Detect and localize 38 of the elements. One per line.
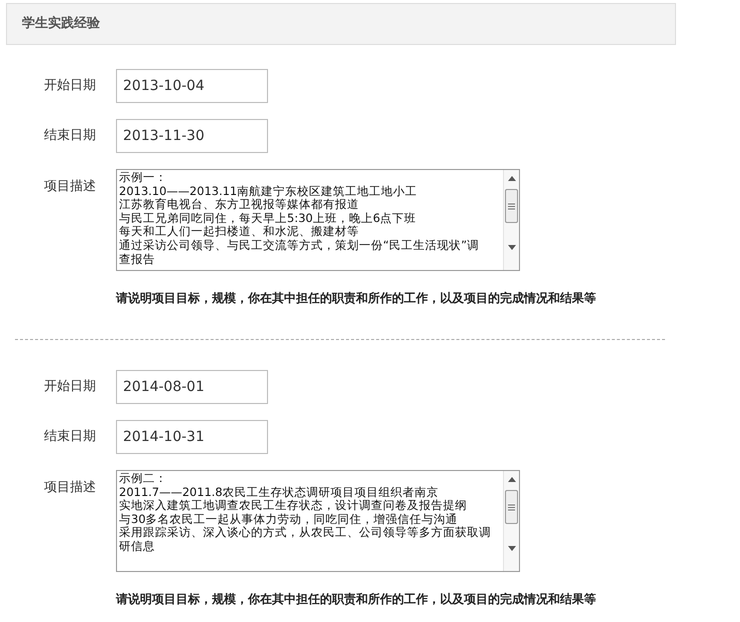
description-line: 2011.7——2011.8农民工生存状态调研项目项目组织者南京 [119, 486, 440, 499]
description-line: 示例一： [119, 171, 168, 185]
description-line: 江苏教育电视台、东方卫视报等媒体都有报道 [119, 198, 360, 212]
description-line: 2013.10——2013.11南航建宁东校区建筑工地工地小工 [119, 184, 418, 198]
scrollbar[interactable] [503, 170, 519, 270]
field-label: 项目描述 [43, 479, 97, 497]
down-arrow-icon[interactable] [508, 546, 516, 551]
scrollbar[interactable] [503, 471, 519, 571]
scrollbar-thumb[interactable] [505, 189, 518, 223]
date-field[interactable]: 2014-10-31 [116, 420, 268, 454]
grip-icon [508, 504, 515, 510]
description-line: 实地深入建筑工地调查农民工生存状态，设计调查问卷及报告提纲 [119, 499, 468, 513]
field-label: 项目描述 [43, 178, 97, 196]
scrollbar-thumb[interactable] [505, 490, 518, 524]
grip-icon [508, 202, 515, 210]
date-field[interactable]: 2013-11-30 [116, 119, 268, 153]
description-line: 示例二： [119, 472, 168, 486]
date-field[interactable]: 2013-10-04 [116, 69, 268, 103]
date-field[interactable]: 2014-08-01 [116, 370, 268, 404]
field-label: 结束日期 [43, 428, 97, 446]
description-line: 每天和工人们一起扫楼道、和水泥、搬建材等 [119, 225, 360, 239]
description-line: 通过采访公司领导、与民工交流等方式，策划一份“民工生活现状”调 [119, 238, 480, 253]
up-arrow-icon[interactable] [508, 176, 516, 181]
field-label: 开始日期 [43, 77, 97, 96]
description-line: 采用跟踪采访、深入谈心的方式，从农民工、公司领导等多方面获取调 [119, 526, 492, 540]
hint-text: 请说明项目目标，规模，你在其中担任的职责和所作的工作，以及项目的完成情况和结果等 [116, 291, 596, 305]
hint-text: 请说明项目目标，规模，你在其中担任的职责和所作的工作，以及项目的完成情况和结果等 [116, 592, 596, 606]
description-field[interactable]: 示例一： 2013.10——2013.11南航建宁东校区建筑工地工地小工 江苏教育电视台、东方卫视报等媒体都有报道 与民工兄弟同吃同住，每天早上5:30上班，晚上6点下班 每天和工人们一起扫楼道、和水泥、搬建材等 通过采访公司领导、与民工交流等方式，策划一份“民工生活现状”调 查报告 [116, 169, 520, 271]
description-line: 与30多名农民工一起从事体力劳动，同吃同住，增强信任与沟通 [119, 512, 459, 526]
description-line: 与民工兄弟同吃同住，每天早上5:30上班，晚上6点下班 [119, 212, 418, 226]
down-arrow-icon[interactable] [508, 245, 516, 250]
description-line: 研信息 [119, 540, 156, 554]
field-label: 结束日期 [43, 127, 97, 146]
up-arrow-icon[interactable] [508, 477, 516, 482]
description-field[interactable]: 示例二： 2011.7——2011.8农民工生存状态调研项目项目组织者南京 实地深入建筑工地调查农民工生存状态，设计调查问卷及报告提纲 与30多名农民工一起从事体力劳动，同吃同住，增强信任与沟通 采用跟踪采访、深入谈心的方式，从农民工、公司领导等多方面获取调 研信息 [116, 470, 520, 572]
section-title: 学生实践经验 [22, 14, 100, 34]
description-line: 查报告 [119, 252, 156, 266]
field-label: 开始日期 [43, 378, 97, 396]
